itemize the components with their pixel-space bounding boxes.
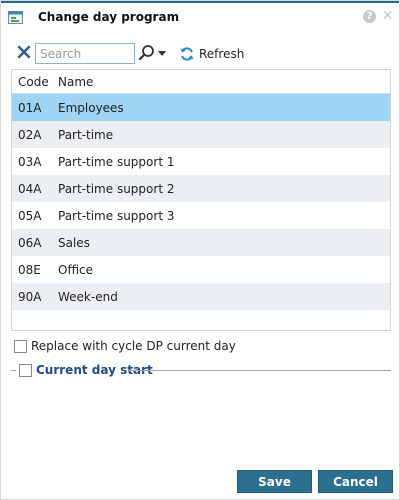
table-header: Code Name [12, 70, 390, 94]
current-day-start-checkbox[interactable] [19, 364, 32, 377]
refresh-icon [180, 47, 194, 61]
row-code: 04A [18, 182, 42, 196]
app-icon [8, 11, 23, 24]
save-button[interactable]: Save [237, 470, 312, 493]
section-divider [129, 370, 391, 371]
row-name: Sales [58, 236, 90, 250]
table-row[interactable]: 02A Part-time [12, 121, 390, 148]
row-name: Employees [58, 101, 124, 115]
table-row[interactable]: 01A Employees [12, 94, 390, 121]
close-icon[interactable]: ✕ [381, 9, 394, 23]
search-input[interactable] [35, 43, 135, 64]
row-code: 05A [18, 209, 42, 223]
row-name: Part-time [58, 128, 114, 142]
refresh-button[interactable]: Refresh [179, 44, 244, 64]
table-row[interactable]: 08E Office [12, 256, 390, 283]
refresh-label: Refresh [199, 47, 245, 61]
row-code: 01A [18, 101, 42, 115]
section-divider [11, 370, 16, 371]
table-row[interactable]: 04A Part-time support 2 [12, 175, 390, 202]
row-code: 06A [18, 236, 42, 250]
row-name: Week-end [58, 290, 118, 304]
day-program-table: Code Name 01A Employees 02A Part-time 03… [11, 69, 391, 331]
column-header-code[interactable]: Code [18, 75, 49, 89]
table-row[interactable]: 06A Sales [12, 229, 390, 256]
row-name: Part-time support 2 [58, 182, 175, 196]
row-code: 08E [18, 263, 41, 277]
search-icon [138, 45, 154, 61]
row-code: 03A [18, 155, 42, 169]
row-name: Office [58, 263, 94, 277]
row-name: Part-time support 1 [58, 155, 175, 169]
row-name: Part-time support 3 [58, 209, 175, 223]
row-code: 90A [18, 290, 42, 304]
table-row[interactable]: 05A Part-time support 3 [12, 202, 390, 229]
clear-search-icon[interactable] [17, 45, 31, 59]
replace-with-cycle-label: Replace with cycle DP current day [31, 339, 236, 353]
dropdown-arrow-icon [158, 51, 166, 56]
table-row[interactable]: 90A Week-end [12, 283, 390, 310]
change-day-program-dialog: Change day program ? ✕ Refresh [0, 0, 400, 500]
help-icon[interactable]: ? [363, 10, 376, 23]
replace-with-cycle-checkbox[interactable] [14, 340, 27, 353]
column-header-name[interactable]: Name [58, 75, 93, 89]
table-row[interactable]: 03A Part-time support 1 [12, 148, 390, 175]
toolbar: Refresh [1, 41, 399, 67]
row-code: 02A [18, 128, 42, 142]
dialog-title: Change day program [38, 10, 180, 24]
title-bar: Change day program ? ✕ [1, 1, 399, 33]
cancel-button[interactable]: Cancel [318, 470, 393, 493]
search-button[interactable] [138, 44, 166, 62]
